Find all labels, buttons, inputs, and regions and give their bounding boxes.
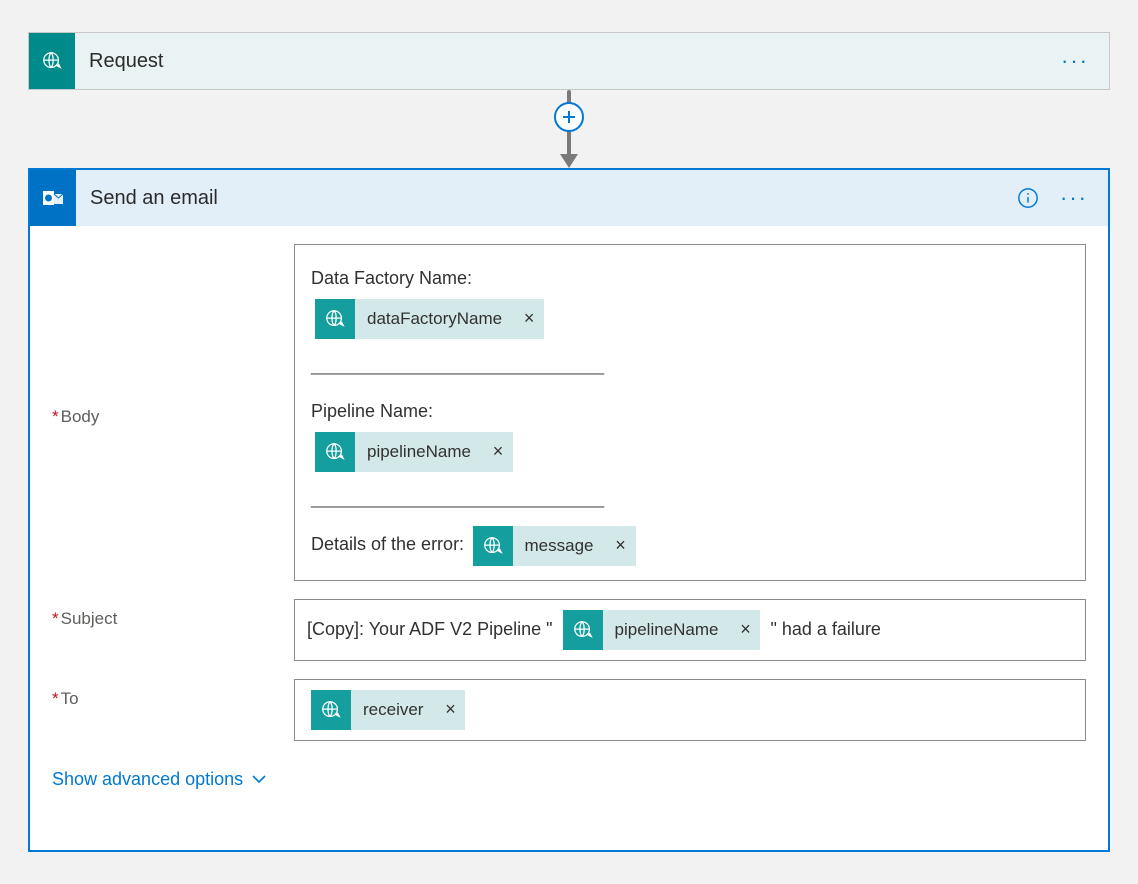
remove-token-icon[interactable]: × <box>730 610 760 650</box>
token-pipelinename[interactable]: pipelineName × <box>315 432 513 472</box>
globe-icon <box>315 432 355 472</box>
token-receiver[interactable]: receiver × <box>311 690 465 730</box>
globe-icon <box>311 690 351 730</box>
globe-icon <box>473 526 513 566</box>
token-subject-pipelinename[interactable]: pipelineName × <box>563 610 761 650</box>
globe-icon <box>315 299 355 339</box>
send-email-title: Send an email <box>90 187 998 210</box>
show-advanced-link[interactable]: Show advanced options <box>52 769 267 790</box>
outlook-icon <box>30 170 76 226</box>
request-title: Request <box>89 50 1045 73</box>
body-line2: Pipeline Name: <box>311 401 433 421</box>
remove-token-icon[interactable]: × <box>435 690 465 730</box>
add-step-button[interactable] <box>554 102 584 132</box>
globe-icon <box>563 610 603 650</box>
info-icon[interactable] <box>1012 182 1044 214</box>
body-line1: Data Factory Name: <box>311 268 472 288</box>
request-card[interactable]: Request ··· <box>28 32 1110 90</box>
to-label: *To <box>52 679 272 709</box>
subject-label: *Subject <box>52 599 272 629</box>
body-line3: Details of the error: <box>311 534 464 554</box>
remove-token-icon[interactable]: × <box>514 299 544 339</box>
remove-token-icon[interactable]: × <box>483 432 513 472</box>
request-icon <box>29 33 75 89</box>
token-datafactoryname[interactable]: dataFactoryName × <box>315 299 544 339</box>
token-message[interactable]: message × <box>473 526 636 566</box>
send-email-card[interactable]: Send an email ··· *Body Data Factory Nam… <box>28 168 1110 852</box>
body-field[interactable]: Data Factory Name: dataFactoryName × ___… <box>294 244 1086 581</box>
body-label: *Body <box>52 397 272 427</box>
connector <box>28 90 1110 168</box>
to-field[interactable]: receiver × <box>294 679 1086 741</box>
request-more-icon[interactable]: ··· <box>1059 45 1091 77</box>
subject-field[interactable]: [Copy]: Your ADF V2 Pipeline " pipelineN… <box>294 599 1086 661</box>
send-email-more-icon[interactable]: ··· <box>1058 182 1090 214</box>
chevron-down-icon <box>251 771 267 787</box>
remove-token-icon[interactable]: × <box>606 526 636 566</box>
